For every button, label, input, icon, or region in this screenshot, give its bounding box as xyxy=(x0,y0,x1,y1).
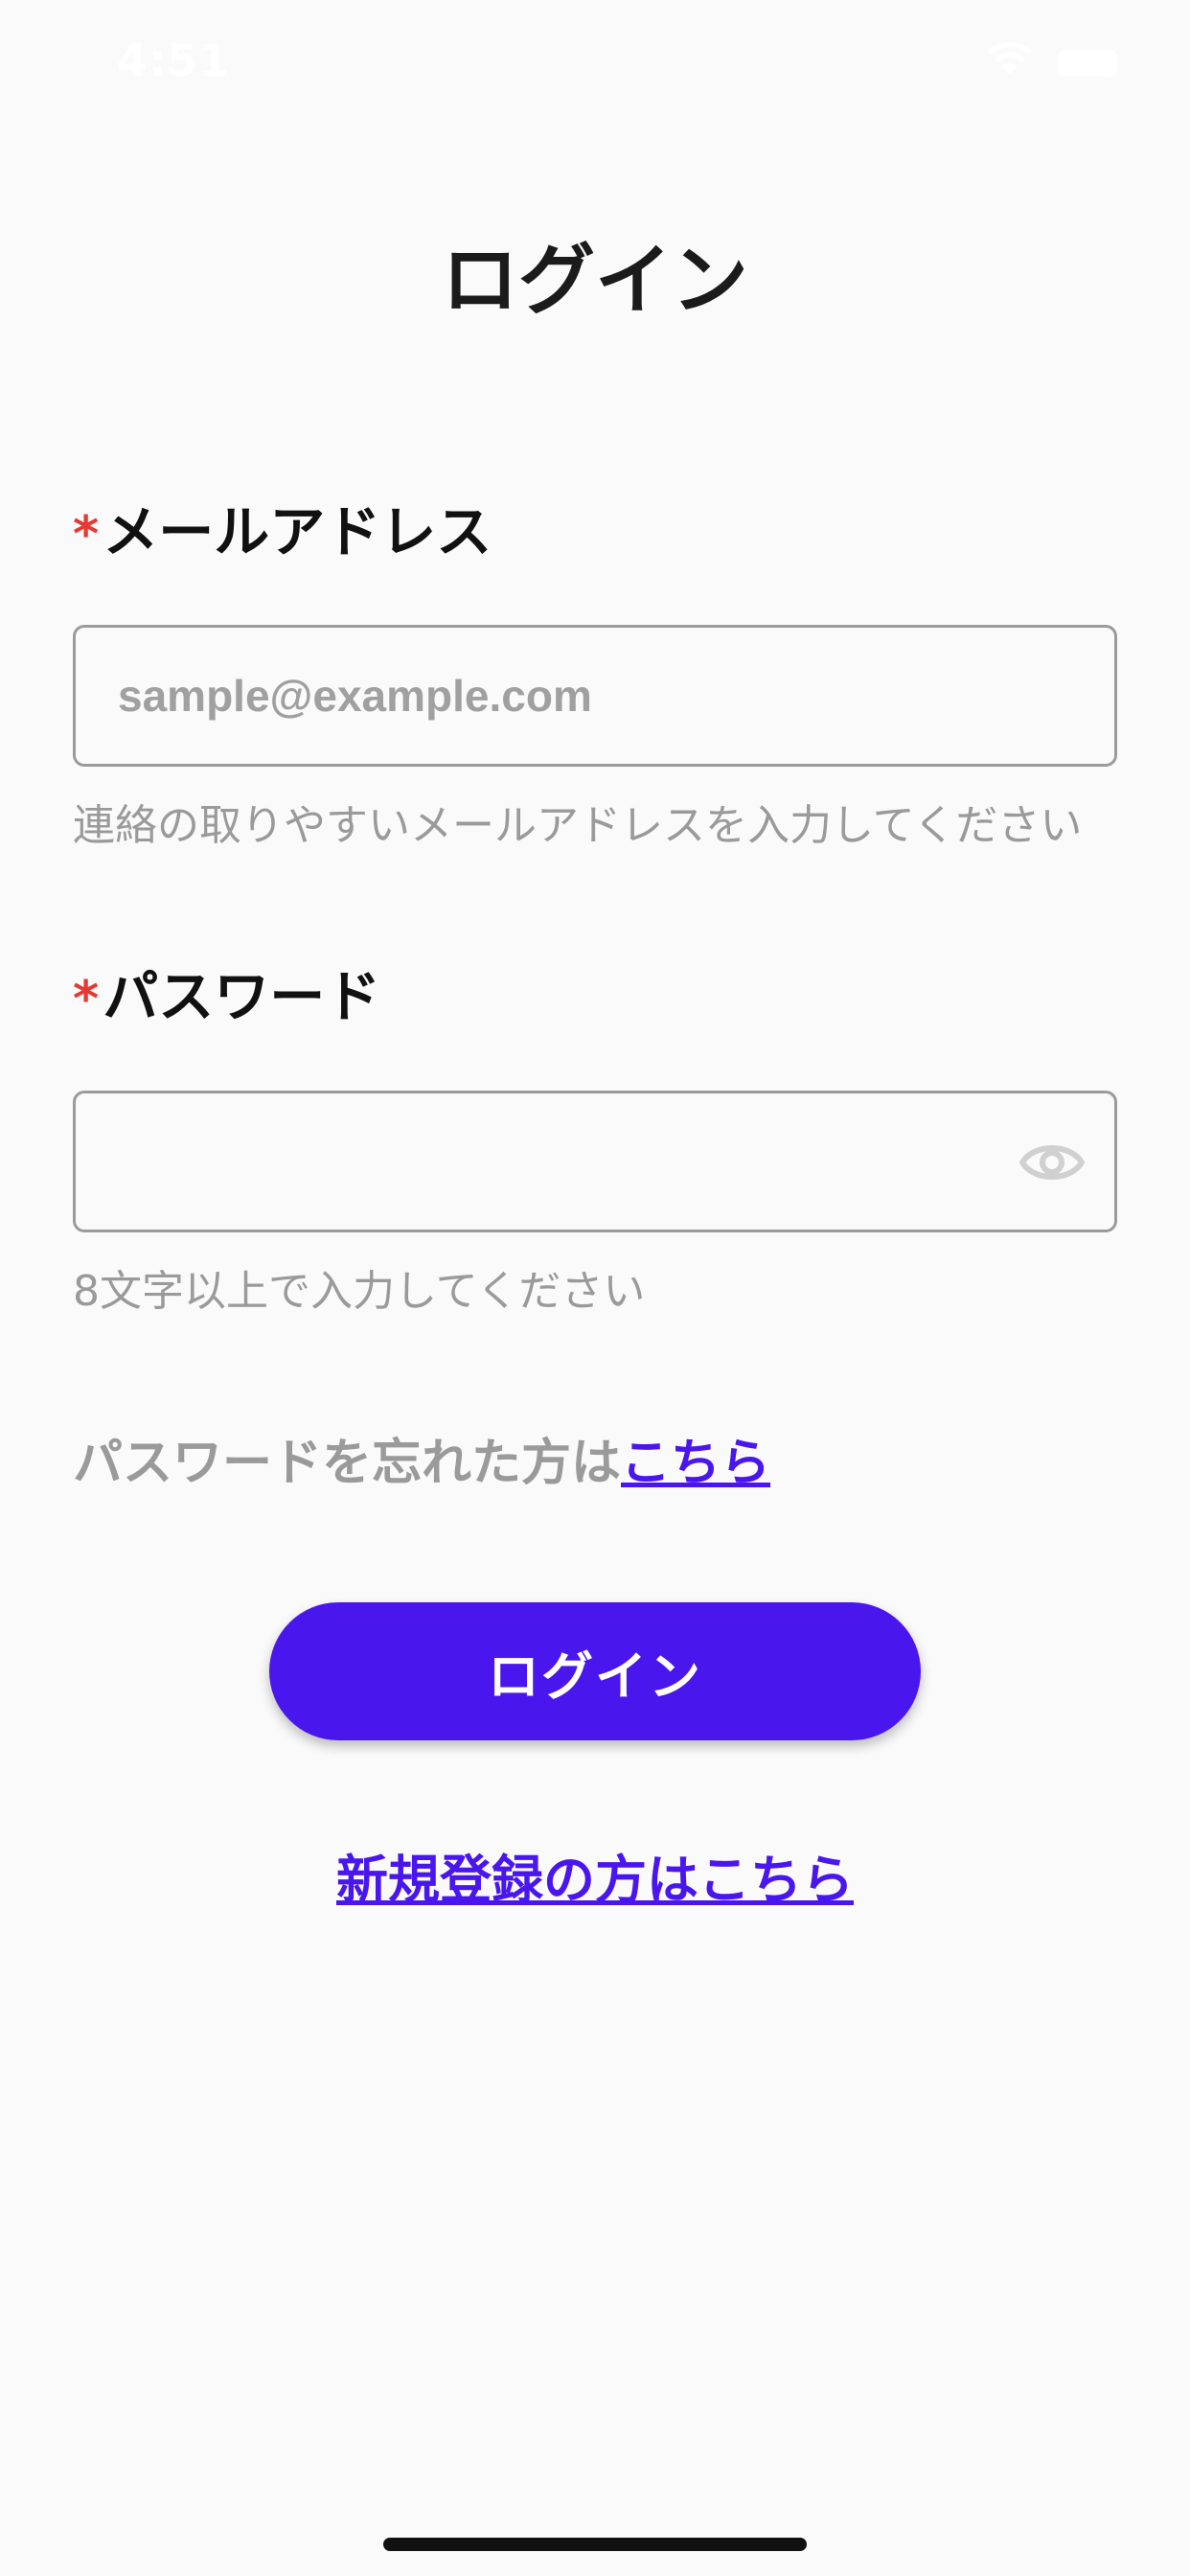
page-title: ログイン xyxy=(442,236,748,325)
forgot-password: パスワードを忘れた方はこちら xyxy=(73,1430,770,1497)
status-bar: 4:51 xyxy=(0,0,1190,126)
forgot-password-link[interactable]: こちら xyxy=(621,1435,770,1492)
battery-icon xyxy=(1058,50,1117,77)
password-label: *パスワード xyxy=(73,958,380,1038)
password-label-text: パスワード xyxy=(103,964,381,1029)
forgot-password-text: パスワードを忘れた方は xyxy=(73,1435,622,1492)
required-mark: * xyxy=(73,506,100,564)
password-field[interactable] xyxy=(118,1093,980,1230)
wifi-icon xyxy=(988,42,1032,75)
home-indicator[interactable] xyxy=(383,2538,807,2551)
login-button[interactable]: ログイン xyxy=(269,1602,921,1740)
password-field-box[interactable] xyxy=(73,1091,1117,1232)
password-helper-text: 8文字以上で入力してください xyxy=(73,1267,646,1316)
email-field[interactable] xyxy=(118,628,980,764)
email-label: *メールアドレス xyxy=(73,494,492,573)
status-time: 4:51 xyxy=(117,34,231,86)
eye-icon[interactable] xyxy=(1018,1134,1086,1191)
email-field-box[interactable] xyxy=(73,625,1117,767)
signup-link[interactable]: 新規登録の方はこちら xyxy=(0,1845,1190,1916)
required-mark: * xyxy=(73,971,100,1028)
email-helper-text: 連絡の取りやすいメールアドレスを入力してください xyxy=(73,801,1083,850)
email-label-text: メールアドレス xyxy=(103,499,492,564)
